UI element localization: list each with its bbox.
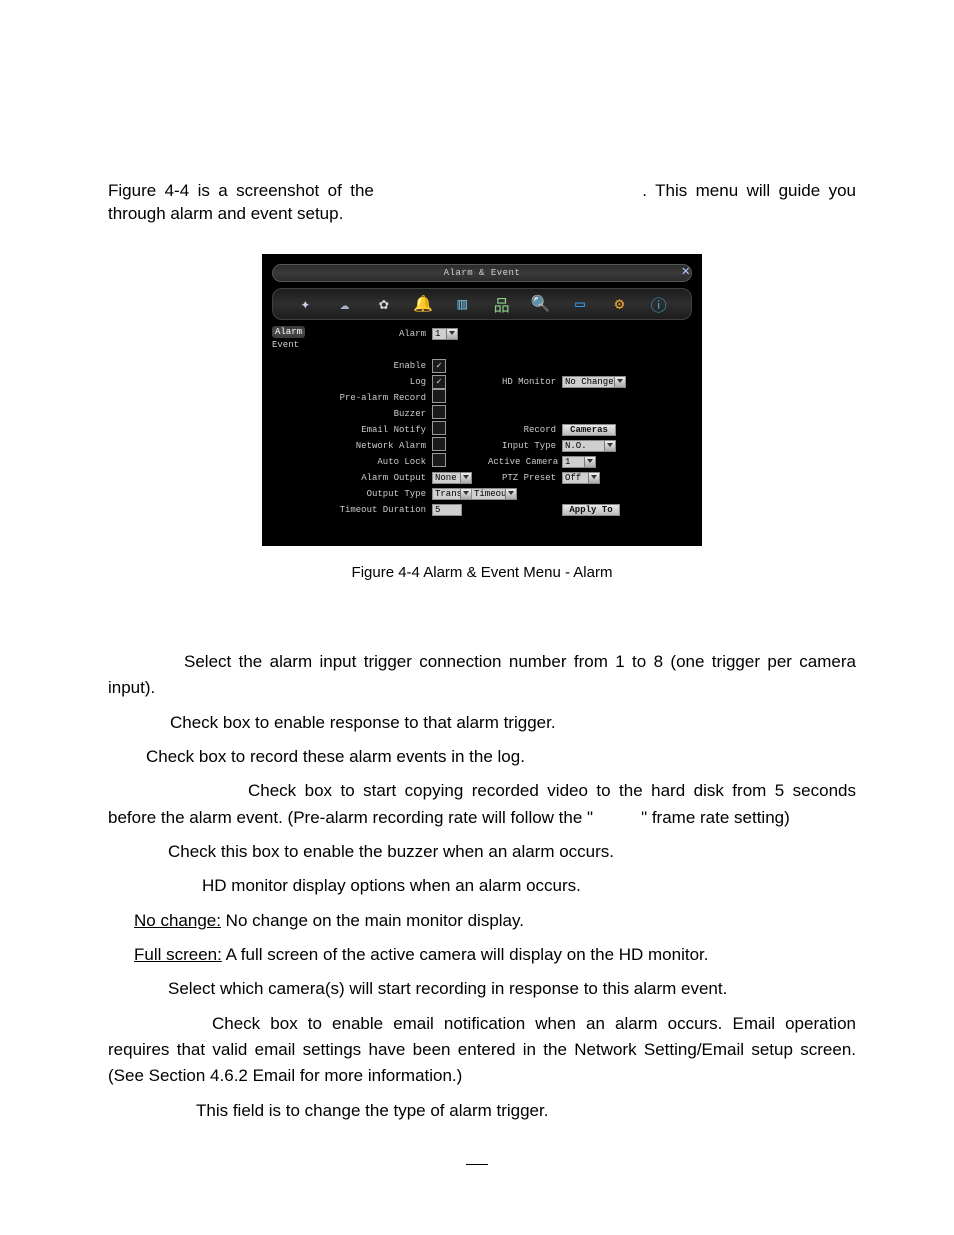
cloud-icon[interactable]: ☁ — [334, 293, 356, 315]
alarm-form: Alarm 1 Enable ✓ Log ✓ HD Monitor No Cha — [328, 326, 692, 518]
record-label: Record — [488, 425, 558, 435]
timeout-label: Timeout Duration — [328, 505, 428, 515]
active-camera-select[interactable]: 1 — [562, 456, 596, 468]
output-type-extra-select[interactable]: Timeou — [471, 488, 517, 500]
alarm-select[interactable]: 1 — [432, 328, 458, 340]
hd-monitor-select[interactable]: No Change — [562, 376, 626, 388]
apply-to-button[interactable]: Apply To — [562, 504, 620, 516]
gear-icon[interactable]: ⚙ — [608, 293, 630, 315]
log-label: Log — [328, 377, 428, 387]
sidebar-item-alarm[interactable]: Alarm — [272, 326, 305, 338]
log-checkbox[interactable]: ✓ — [432, 375, 446, 389]
sidebar: Alarm Event — [272, 326, 328, 518]
alarm-output-label: Alarm Output — [328, 473, 428, 483]
window-titlebar: Alarm & Event ✕ — [272, 264, 692, 282]
window-toolbar: ✦ ☁ ✿ 🔔 ▥ 品 🔍 ▭ ⚙ ⓘ — [272, 288, 692, 320]
def-fullscreen-ul: Full screen: — [134, 945, 222, 964]
active-camera-label: Active Camera — [488, 457, 558, 467]
email-label: Email Notify — [328, 425, 428, 435]
def-log: Check box to record these alarm events i… — [146, 747, 525, 766]
hd-monitor-label: HD Monitor — [488, 377, 558, 387]
buzzer-label: Buzzer — [328, 409, 428, 419]
reel-icon[interactable]: ✿ — [373, 293, 395, 315]
ptz-preset-select[interactable]: Off — [562, 472, 600, 484]
def-enable: Check box to enable response to that ala… — [170, 713, 556, 732]
def-alarm: Select the alarm input trigger connectio… — [108, 652, 856, 697]
def-hdmonitor: HD monitor display options when an alarm… — [202, 876, 581, 895]
input-type-select[interactable]: N.O. — [562, 440, 616, 452]
alarm-output-select[interactable]: None — [432, 472, 472, 484]
output-type-label: Output Type — [328, 489, 428, 499]
prealarm-checkbox[interactable] — [432, 389, 446, 403]
autolock-checkbox[interactable] — [432, 453, 446, 467]
intro-part1: Figure 4-4 is a screenshot of the — [108, 181, 374, 200]
timeout-input[interactable]: 5 — [432, 504, 462, 516]
enable-checkbox[interactable]: ✓ — [432, 359, 446, 373]
netalarm-checkbox[interactable] — [432, 437, 446, 451]
prealarm-label: Pre-alarm Record — [328, 393, 428, 403]
ptz-preset-label: PTZ Preset — [488, 473, 558, 483]
window-title: Alarm & Event — [444, 268, 521, 278]
enable-label: Enable — [328, 361, 428, 371]
bell-icon[interactable]: 🔔 — [412, 293, 434, 315]
def-inputtype: This field is to change the type of alar… — [196, 1101, 548, 1120]
network-icon[interactable]: 品 — [491, 293, 513, 315]
monitor-icon[interactable]: ▭ — [569, 293, 591, 315]
buzzer-checkbox[interactable] — [432, 405, 446, 419]
def-emailnotify: Check box to enable email notification w… — [108, 1014, 856, 1086]
definitions: Select the alarm input trigger connectio… — [108, 649, 856, 1124]
info-icon[interactable]: ⓘ — [648, 293, 670, 315]
alarm-label: Alarm — [328, 329, 428, 339]
footer-rule — [466, 1164, 488, 1165]
email-checkbox[interactable] — [432, 421, 446, 435]
schedule-icon[interactable]: ▥ — [451, 293, 473, 315]
alarm-event-window: Alarm & Event ✕ ✦ ☁ ✿ 🔔 ▥ 品 🔍 ▭ ⚙ ⓘ Alarm Event A… — [262, 254, 702, 546]
def-nochange: No change on the main monitor display. — [221, 911, 524, 930]
figure-caption: Figure 4-4 Alarm & Event Menu - Alarm — [108, 564, 856, 581]
def-buzzer: Check this box to enable the buzzer when… — [168, 842, 614, 861]
sidebar-item-event[interactable]: Event — [272, 340, 328, 350]
wizard-icon[interactable]: ✦ — [294, 293, 316, 315]
output-type-select[interactable]: Trans — [432, 488, 472, 500]
def-nochange-ul: No change: — [134, 911, 221, 930]
def-prealarm-b: " frame rate setting) — [641, 808, 790, 827]
intro-paragraph: Figure 4-4 is a screenshot of the . This… — [108, 180, 856, 226]
search-icon[interactable]: 🔍 — [530, 293, 552, 315]
def-record: Select which camera(s) will start record… — [168, 979, 727, 998]
def-fullscreen: A full screen of the active camera will … — [222, 945, 709, 964]
netalarm-label: Network Alarm — [328, 441, 428, 451]
close-icon[interactable]: ✕ — [679, 263, 693, 281]
input-type-label: Input Type — [488, 441, 558, 451]
record-cameras-button[interactable]: Cameras — [562, 424, 616, 436]
autolock-label: Auto Lock — [328, 457, 428, 467]
